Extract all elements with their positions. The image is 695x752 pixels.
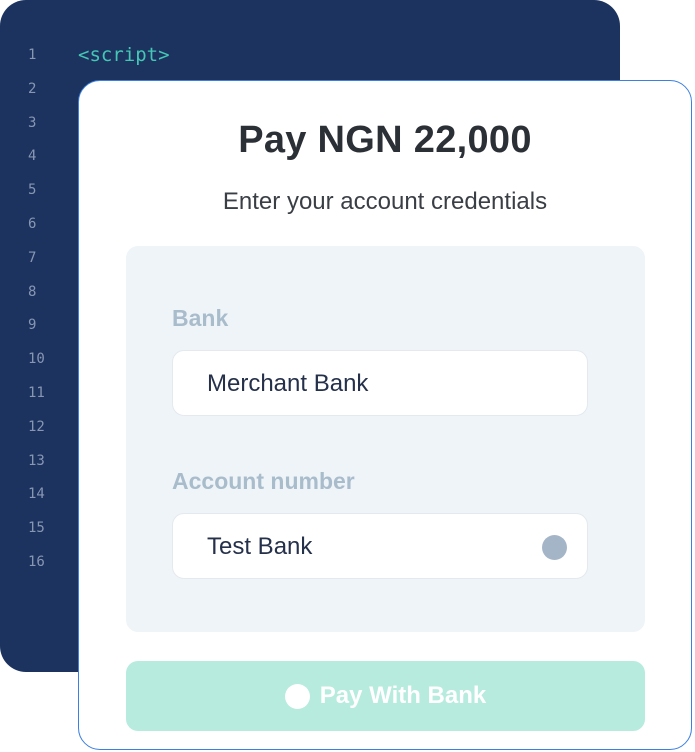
account-number-field[interactable]: Test Bank [172, 513, 588, 579]
payment-subtitle: Enter your account credentials [222, 188, 548, 215]
line-number: 9 [28, 317, 37, 334]
line-number: 15 [28, 520, 45, 537]
spinner-icon [284, 683, 310, 709]
line-number: 1 [28, 47, 37, 63]
code-line-script-tag: <script> [78, 44, 170, 66]
line-number: 5 [28, 182, 37, 199]
line-number: 14 [28, 486, 45, 503]
payment-title: Pay NGN 22,000 [238, 119, 532, 161]
line-number: 13 [28, 452, 45, 469]
line-number: 6 [28, 215, 37, 232]
pay-button-label: Pay With Bank [319, 682, 487, 709]
line-number: 3 [28, 114, 37, 131]
account-number-label: Account number [172, 468, 355, 494]
line-number: 2 [28, 80, 37, 97]
line-number: 7 [28, 249, 37, 266]
line-number: 10 [28, 351, 45, 368]
bank-field-value: Merchant Bank [207, 370, 369, 397]
line-number: 16 [28, 553, 45, 570]
credentials-form: Bank Merchant Bank Account number Test B… [126, 246, 645, 632]
line-number: 4 [28, 148, 37, 165]
line-number: 11 [28, 384, 45, 401]
line-number: 8 [28, 283, 37, 300]
bank-field[interactable]: Merchant Bank [172, 350, 588, 416]
line-numbers: 1 2 3 4 5 6 7 8 9 10 11 12 13 14 15 16 [28, 42, 45, 583]
account-number-value: Test Bank [207, 533, 313, 560]
status-dot-icon [542, 535, 567, 560]
line-number: 12 [28, 418, 45, 435]
bank-label: Bank [172, 305, 229, 331]
pay-with-bank-button[interactable]: Pay With Bank [126, 661, 645, 731]
payment-card: Pay NGN 22,000 Enter your account creden… [78, 80, 692, 750]
